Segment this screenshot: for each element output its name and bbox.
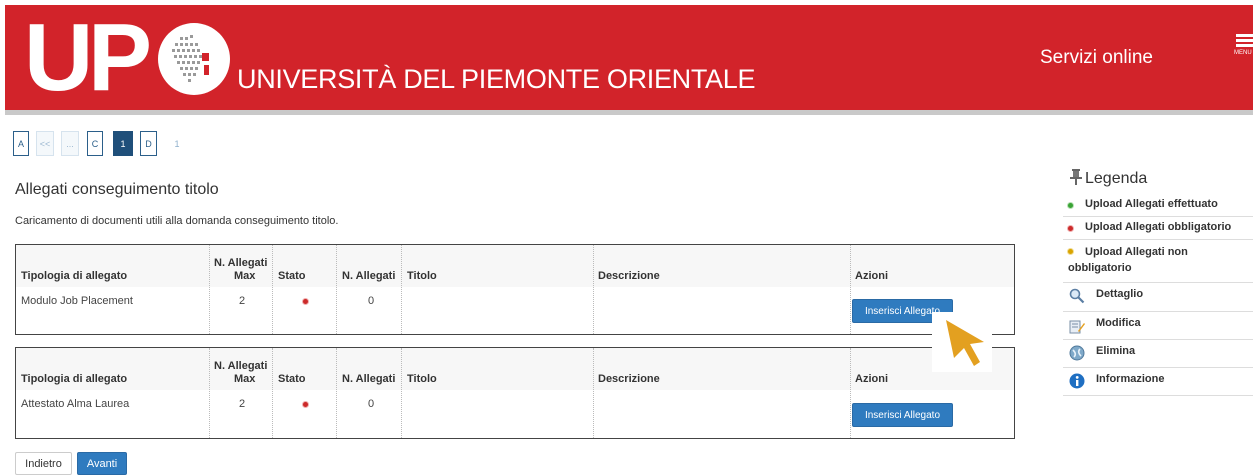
legend-item: Dettaglio [1063,283,1253,312]
legend-item: Upload Allegati obbligatorio [1063,217,1253,240]
pin-icon [1070,169,1082,185]
legend-label: Elimina [1096,345,1136,357]
legend-label: Modifica [1096,317,1141,329]
attachment-count: 0 [368,398,375,410]
pager-item-ellipsis: ... [61,131,79,156]
legend-item: Upload Allegati non obbligatorio [1063,240,1253,283]
col-header-count: N. Allegati [342,270,396,282]
table-header: Tipologia di allegato N. Allegati Max St… [16,245,1014,288]
logo-letter-p: P [88,4,152,111]
back-button[interactable]: Indietro [15,452,72,475]
magnifier-icon [1069,288,1085,304]
edit-icon [1069,318,1085,334]
col-header-max-line2: Max [234,270,256,282]
col-header-description: Descrizione [598,373,660,385]
attachment-type: Modulo Job Placement [21,295,133,307]
col-header-max-line2: Max [234,373,256,385]
pager-item-total: 1 [174,138,180,149]
col-header-title: Titolo [407,373,437,385]
col-header-status: Stato [278,373,306,385]
insert-attachment-button[interactable]: Inserisci Allegato [852,403,953,427]
attachments-table-1: Tipologia di allegato N. Allegati Max St… [15,244,1015,335]
table-row: Attestato Alma Laurea 2 0 Inserisci Alle… [16,390,1014,434]
table-header: Tipologia di allegato N. Allegati Max St… [16,348,1014,391]
menu-label: MENU [1234,50,1252,56]
hamburger-icon [1236,34,1253,37]
red-dot-icon [303,299,308,304]
col-header-type: Tipologia di allegato [21,270,128,282]
delete-icon [1069,345,1085,361]
header-divider [5,110,1253,115]
legend-label: Upload Allegati effettuato [1085,198,1218,210]
logo-letter-u: U [24,4,93,111]
pager-item-current[interactable]: 1 [113,131,133,156]
pager-item-c[interactable]: C [87,131,103,156]
info-icon [1069,373,1085,389]
col-header-status: Stato [278,270,306,282]
col-header-actions: Azioni [855,270,888,282]
attachment-type: Attestato Alma Laurea [21,398,130,410]
attachment-max: 2 [239,398,246,410]
legend-label: Upload Allegati non obbligatorio [1068,246,1188,274]
next-button[interactable]: Avanti [77,452,127,475]
legend-item: Informazione [1063,368,1253,396]
col-header-count: N. Allegati [342,373,396,385]
attachment-max: 2 [239,295,246,307]
green-dot-icon [1068,203,1073,208]
attachments-table-2: Tipologia di allegato N. Allegati Max St… [15,347,1015,439]
col-header-title: Titolo [407,270,437,282]
legend-label: Dettaglio [1096,288,1144,300]
legend-label: Upload Allegati obbligatorio [1085,221,1232,233]
pager-item-d[interactable]: D [140,131,157,156]
mouse-cursor-icon [932,312,992,372]
attachment-count: 0 [368,295,375,307]
university-name: UNIVERSITÀ DEL PIEMONTE ORIENTALE [237,64,756,94]
col-header-max-line1: N. Allegati [214,257,268,269]
page-description: Caricamento di documenti utili alla doma… [15,215,339,227]
legend-item: Modifica [1063,312,1253,340]
logo-piemonte-mark-icon [158,23,230,95]
servizi-online-link[interactable]: Servizi online [1040,47,1153,69]
legend-title: Legenda [1085,170,1148,187]
col-header-max-line1: N. Allegati [214,360,268,372]
table-row: Modulo Job Placement 2 0 Inserisci Alleg… [16,287,1014,331]
page-title: Allegati conseguimento titolo [15,181,219,198]
red-dot-icon [303,402,308,407]
menu-button[interactable]: MENU [1234,34,1253,60]
legend-label: Informazione [1096,373,1165,385]
pager-item-prev[interactable]: << [36,131,54,156]
col-header-actions: Azioni [855,373,888,385]
pager-item-a[interactable]: A [13,131,29,156]
red-dot-icon [1068,226,1073,231]
legend-item: Elimina [1063,340,1253,368]
col-header-type: Tipologia di allegato [21,373,128,385]
site-header: U P UNIVERSITÀ DEL PIEMONTE ORIENTALE Se… [5,5,1253,110]
legend-item: Upload Allegati effettuato [1063,194,1253,217]
col-header-description: Descrizione [598,270,660,282]
